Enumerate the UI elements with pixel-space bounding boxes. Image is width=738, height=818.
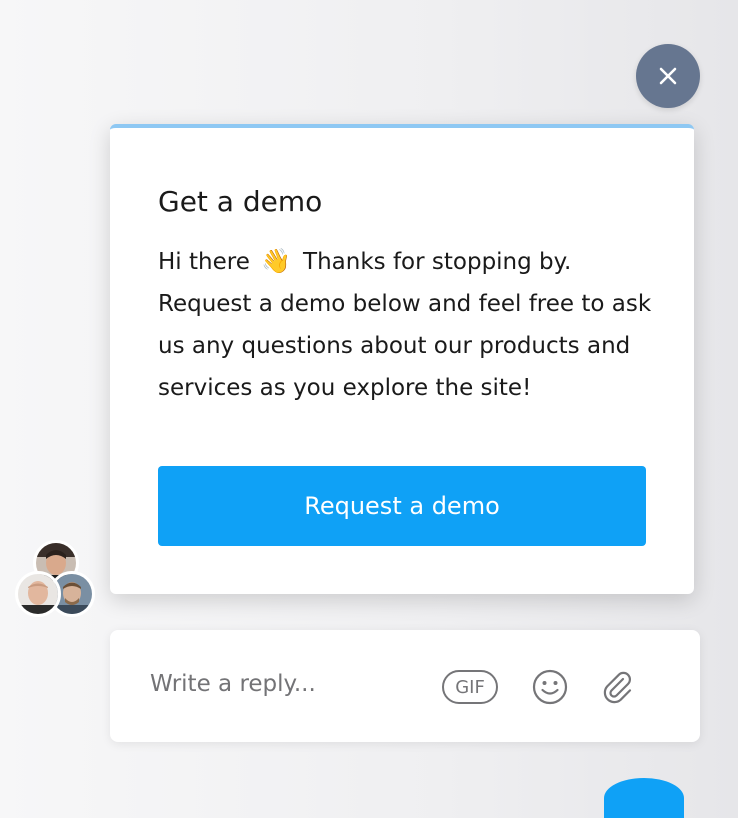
paperclip-icon <box>603 671 632 704</box>
card-message: Hi there 👋 Thanks for stopping by. Reques… <box>158 240 658 409</box>
card-title: Get a demo <box>158 185 323 218</box>
close-button[interactable] <box>636 44 700 108</box>
reply-input[interactable] <box>150 666 410 702</box>
attach-file-button[interactable] <box>598 668 636 706</box>
messenger-launcher-button[interactable] <box>604 778 684 818</box>
greeting-text: Hi there <box>158 249 250 275</box>
demo-card: Get a demo Hi there 👋 Thanks for stopping… <box>110 124 694 594</box>
smiley-icon <box>532 669 568 705</box>
close-icon <box>659 67 677 85</box>
waving-hand-icon: 👋 <box>261 247 292 275</box>
reply-composer: GIF <box>110 630 700 742</box>
gif-button[interactable]: GIF <box>442 670 498 704</box>
request-demo-button[interactable]: Request a demo <box>158 466 646 546</box>
emoji-button[interactable] <box>531 668 569 706</box>
team-avatar-3 <box>15 571 61 617</box>
